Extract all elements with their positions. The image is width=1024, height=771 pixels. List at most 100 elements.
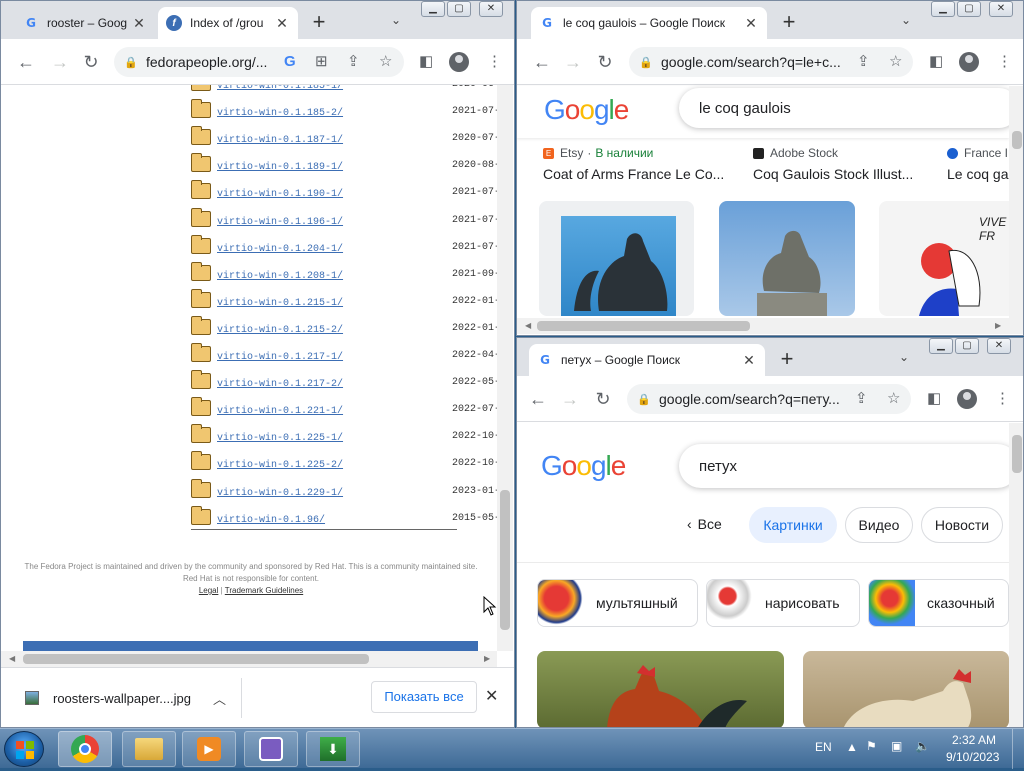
google-logo[interactable]: Google (541, 450, 626, 482)
taskbar-explorer[interactable] (122, 731, 176, 767)
scroll-left-arrow-icon[interactable]: ◀ (525, 321, 531, 330)
chip-news[interactable]: Новости (921, 507, 1003, 543)
maximize-button[interactable]: ▢ (957, 1, 981, 17)
network-icon[interactable]: ▣ (891, 739, 902, 753)
new-tab-button[interactable]: + (777, 11, 801, 33)
directory-link[interactable]: virtio-win-0.1.185-2/ (217, 108, 343, 119)
horizontal-scroll-thumb[interactable] (537, 321, 750, 331)
bookmark-star-icon[interactable]: ☆ (887, 390, 900, 408)
menu-kebab-icon[interactable]: ⋮ (997, 53, 1012, 71)
directory-link[interactable]: virtio-win-0.1.204-1/ (217, 244, 343, 255)
clock-date[interactable]: 9/10/2023 (946, 750, 999, 764)
reload-button[interactable]: ↻ (80, 51, 102, 73)
directory-link[interactable]: virtio-win-0.1.225-2/ (217, 460, 343, 471)
scroll-right-arrow-icon[interactable]: ▶ (995, 321, 1001, 330)
bookmark-star-icon[interactable]: ☆ (379, 53, 392, 71)
show-all-button[interactable]: Показать все (371, 681, 477, 713)
maximize-button[interactable]: ▢ (955, 338, 979, 354)
reload-button[interactable]: ↻ (594, 51, 616, 73)
side-panel-icon[interactable]: ◧ (927, 390, 941, 408)
directory-link[interactable]: virtio-win-0.1.217-2/ (217, 379, 343, 390)
back-button[interactable]: ← (527, 388, 549, 410)
horizontal-scrollbar[interactable]: ◀ ▶ (1, 651, 497, 667)
google-lens-icon[interactable]: G (284, 53, 296, 71)
close-download-shelf-icon[interactable]: ✕ (485, 686, 498, 706)
taskbar-installer[interactable]: ⬇ (306, 731, 360, 767)
action-center-icon[interactable]: ⚑ (866, 739, 877, 753)
start-button[interactable] (4, 731, 44, 767)
vertical-scrollbar[interactable] (497, 85, 513, 651)
tab-search-chevron-icon[interactable]: ⌄ (901, 13, 911, 27)
rooster-photo-thumbnail-2[interactable] (803, 651, 1009, 727)
vive-france-thumbnail[interactable]: VIVE FR (879, 201, 1023, 316)
vertical-scroll-thumb[interactable] (1012, 131, 1022, 149)
image-result-adobe[interactable]: Adobe Stock Coq Gaulois Stock Illust... (753, 146, 933, 182)
share-icon[interactable]: ⇪ (855, 390, 868, 408)
legal-link[interactable]: Legal (199, 586, 219, 595)
vertical-scrollbar[interactable] (1009, 86, 1023, 318)
close-window-button[interactable]: ✕ (987, 338, 1011, 354)
coq-gaulois-statue-thumbnail[interactable] (719, 201, 855, 316)
directory-link[interactable]: virtio-win-0.1.187-1/ (217, 135, 343, 146)
trademark-link[interactable]: Trademark Guidelines (225, 586, 303, 595)
vertical-scrollbar[interactable] (1009, 423, 1023, 727)
image-result-etsy[interactable]: E Etsy · В наличии Coat of Arms France Le C… (543, 146, 743, 182)
reload-button[interactable]: ↻ (592, 388, 614, 410)
maximize-button[interactable]: ▢ (447, 1, 471, 17)
google-logo[interactable]: Google (544, 94, 629, 126)
taskbar-app[interactable] (244, 731, 298, 767)
show-desktop-button[interactable] (1012, 729, 1024, 769)
close-window-button[interactable]: ✕ (989, 1, 1013, 17)
profile-avatar[interactable] (957, 389, 977, 409)
horizontal-scrollbar[interactable]: ◀ ▶ (517, 318, 1023, 334)
show-hidden-icons-icon[interactable]: ▲ (846, 740, 858, 754)
share-icon[interactable]: ⇪ (347, 53, 360, 71)
directory-link[interactable]: virtio-win-0.1.225-1/ (217, 433, 343, 444)
directory-link[interactable]: virtio-win-0.1.215-1/ (217, 298, 343, 309)
chevron-up-icon[interactable]: ︿ (213, 689, 226, 708)
side-panel-icon[interactable]: ◧ (929, 53, 943, 71)
vertical-scroll-thumb[interactable] (500, 490, 510, 630)
close-tab-icon[interactable]: ✕ (743, 15, 759, 31)
rooster-statue-thumbnail[interactable] (539, 201, 694, 316)
forward-button[interactable]: → (562, 51, 584, 73)
tab-petukh[interactable]: G петух – Google Поиск ✕ (529, 344, 765, 376)
close-window-button[interactable]: ✕ (479, 1, 503, 17)
back-button[interactable]: ← (15, 51, 37, 73)
taskbar-chrome[interactable] (58, 731, 112, 767)
close-tab-icon[interactable]: ✕ (131, 15, 147, 31)
profile-avatar[interactable] (449, 52, 469, 72)
directory-link[interactable]: virtio-win-0.1.217-1/ (217, 352, 343, 363)
tab-le-coq-gaulois[interactable]: G le coq gaulois – Google Поиск ✕ (531, 7, 767, 39)
rooster-photo-thumbnail-1[interactable] (537, 651, 784, 727)
back-button[interactable]: ← (531, 51, 553, 73)
close-tab-icon[interactable]: ✕ (274, 15, 290, 31)
tab-index[interactable]: f Index of /grou ✕ (158, 7, 298, 39)
chip-video[interactable]: Видео (845, 507, 913, 543)
chip-images[interactable]: Картинки (749, 507, 837, 543)
tab-rooster[interactable]: G rooster – Goog ✕ (15, 7, 155, 39)
directory-link[interactable]: virtio-win-0.1.196-1/ (217, 217, 343, 228)
scroll-right-arrow-icon[interactable]: ▶ (484, 654, 490, 663)
new-tab-button[interactable]: + (307, 11, 331, 33)
directory-link[interactable]: virtio-win-0.1.215-2/ (217, 325, 343, 336)
clock-time[interactable]: 2:32 AM (952, 733, 996, 747)
directory-link[interactable]: virtio-win-0.1.221-1/ (217, 406, 343, 417)
subquery-fairytale[interactable]: сказочный (868, 579, 1009, 627)
directory-link[interactable]: virtio-win-0.1.96/ (217, 515, 325, 526)
volume-icon[interactable]: 🔈 (915, 739, 930, 753)
menu-kebab-icon[interactable]: ⋮ (995, 390, 1010, 408)
directory-link[interactable]: virtio-win-0.1.229-1/ (217, 488, 343, 499)
new-tab-button[interactable]: + (775, 348, 799, 370)
search-input[interactable]: петух (679, 444, 1019, 488)
profile-avatar[interactable] (959, 52, 979, 72)
taskbar-media-player[interactable]: ▶ (182, 731, 236, 767)
side-panel-icon[interactable]: ◧ (419, 53, 433, 71)
vertical-scroll-thumb[interactable] (1012, 435, 1022, 473)
language-indicator[interactable]: EN (815, 740, 832, 754)
address-bar[interactable]: 🔒 google.com/search?q=пету... (627, 384, 911, 414)
directory-link[interactable]: virtio-win-0.1.189-1/ (217, 162, 343, 173)
download-item[interactable]: roosters-wallpaper....jpg ︿ (11, 668, 239, 727)
subquery-draw[interactable]: нарисовать (706, 579, 860, 627)
horizontal-scroll-thumb[interactable] (23, 654, 369, 664)
